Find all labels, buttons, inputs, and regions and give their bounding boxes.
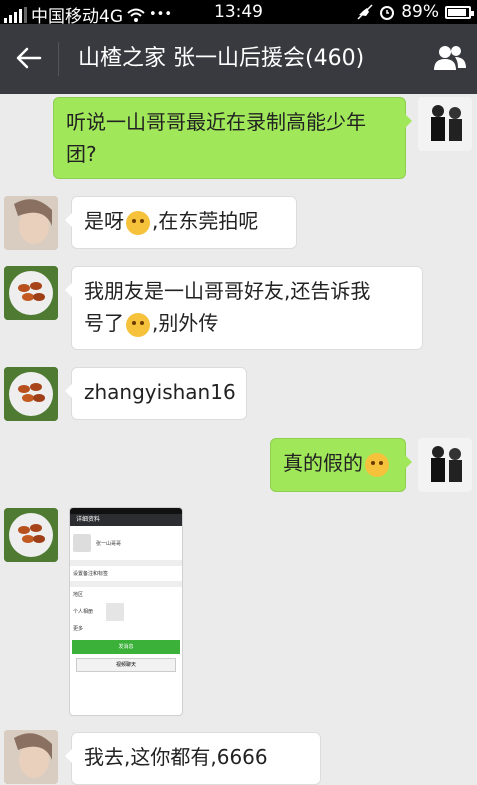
my-avatar[interactable] <box>418 438 472 492</box>
message-bubble-incoming[interactable]: 我去,这你都有,6666 <box>65 732 321 785</box>
sender-avatar[interactable] <box>4 367 58 421</box>
message-bubble-incoming[interactable]: 是呀 ,在东莞拍呢 <box>65 196 297 249</box>
mute-icon <box>357 4 373 20</box>
message-bubble-incoming[interactable]: 我朋友是一山哥哥好友,还告诉我 号了 ,别外传 <box>65 266 423 350</box>
battery-icon <box>445 5 474 19</box>
sender-avatar[interactable] <box>4 266 58 320</box>
chat-header: 山楂之家 张一山后援会(460) <box>0 24 477 94</box>
thumb-row: 个人相册 <box>73 609 94 615</box>
message-text: zhangyishan16 <box>84 380 236 404</box>
message-bubble-incoming[interactable]: zhangyishan16 <box>65 367 247 420</box>
thumb-header: 详细资料 <box>70 514 182 526</box>
smirk-emoji-icon <box>126 210 150 235</box>
message-text: 号了 <box>84 311 124 335</box>
chat-title: 山楂之家 张一山后援会(460) <box>78 46 365 71</box>
thumb-row: 地区 <box>73 592 84 598</box>
message-text: 我去,这你都有,6666 <box>84 745 268 769</box>
thumb-send-button: 发消息 <box>72 640 180 654</box>
header-divider <box>58 42 59 76</box>
message-bubble-outgoing[interactable]: 真的假的 <box>270 438 412 492</box>
message-bubble-outgoing[interactable]: 听说一山哥哥最近在录制高能少年 团? <box>53 97 412 179</box>
shush-emoji-icon <box>126 312 150 337</box>
group-members-icon[interactable] <box>431 40 469 78</box>
message-text: ,在东莞拍呢 <box>152 209 259 233</box>
message-text: 真的假的 <box>283 451 363 475</box>
back-arrow-icon[interactable] <box>12 42 44 74</box>
battery-percent: 89% <box>401 2 439 22</box>
thumb-avatar <box>73 534 91 552</box>
my-avatar[interactable] <box>418 97 472 151</box>
sender-avatar[interactable] <box>4 508 58 562</box>
alarm-icon <box>380 6 395 20</box>
thumb-row: 设置备注和标签 <box>73 571 109 577</box>
message-text: 我朋友是一山哥哥好友,还告诉我 <box>84 279 371 303</box>
message-text: ,别外传 <box>152 311 219 335</box>
image-message-profile-screenshot[interactable]: 详细资料 张一山哥哥 设置备注和标签 地区 个人相册 更多 发消息 视频聊天 <box>69 507 183 716</box>
sender-avatar[interactable] <box>4 730 58 784</box>
message-text: 听说一山哥哥最近在录制高能少年 <box>66 110 366 134</box>
thumb-photo <box>106 602 125 621</box>
thumb-name: 张一山哥哥 <box>96 540 122 547</box>
message-text: 是呀 <box>84 209 124 233</box>
thumb-video-button: 视频聊天 <box>76 658 176 672</box>
sender-avatar[interactable] <box>4 196 58 250</box>
status-bar: 中国移动4G ••• 13:49 89% <box>0 0 477 27</box>
message-text: 团? <box>66 142 97 166</box>
surprised-emoji-icon <box>365 452 389 477</box>
thumb-row: 更多 <box>73 626 84 632</box>
